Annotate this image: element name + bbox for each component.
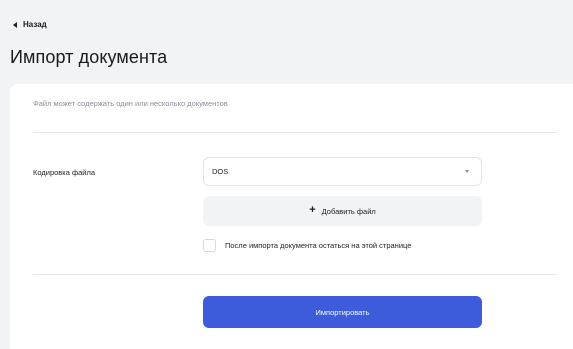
- stay-on-page-option[interactable]: После импорта документа остаться на этой…: [203, 239, 411, 252]
- divider: [33, 274, 557, 275]
- stay-on-page-checkbox[interactable]: [203, 239, 216, 252]
- stay-on-page-label: После импорта документа остаться на этой…: [225, 241, 412, 250]
- divider: [33, 132, 557, 133]
- encoding-select[interactable]: DOS: [203, 157, 482, 186]
- import-form-card: Файл может содержать один или несколько …: [10, 84, 573, 349]
- import-button[interactable]: Импортировать: [203, 296, 482, 328]
- add-file-label: Добавить файл: [321, 206, 376, 216]
- encoding-label: Кодировка файла: [33, 168, 96, 177]
- plus-icon: +: [309, 204, 316, 216]
- encoding-select-value: DOS: [212, 167, 229, 176]
- back-arrow-icon: [13, 21, 17, 28]
- form-hint: Файл может содержать один или несколько …: [33, 99, 228, 108]
- chevron-down-icon: [465, 170, 469, 173]
- add-file-button[interactable]: + Добавить файл: [203, 196, 482, 226]
- back-label: Назад: [23, 20, 47, 29]
- page: Назад Импорт документа Файл может содерж…: [0, 0, 573, 349]
- page-title: Импорт документа: [10, 47, 168, 67]
- back-link[interactable]: Назад: [13, 20, 47, 29]
